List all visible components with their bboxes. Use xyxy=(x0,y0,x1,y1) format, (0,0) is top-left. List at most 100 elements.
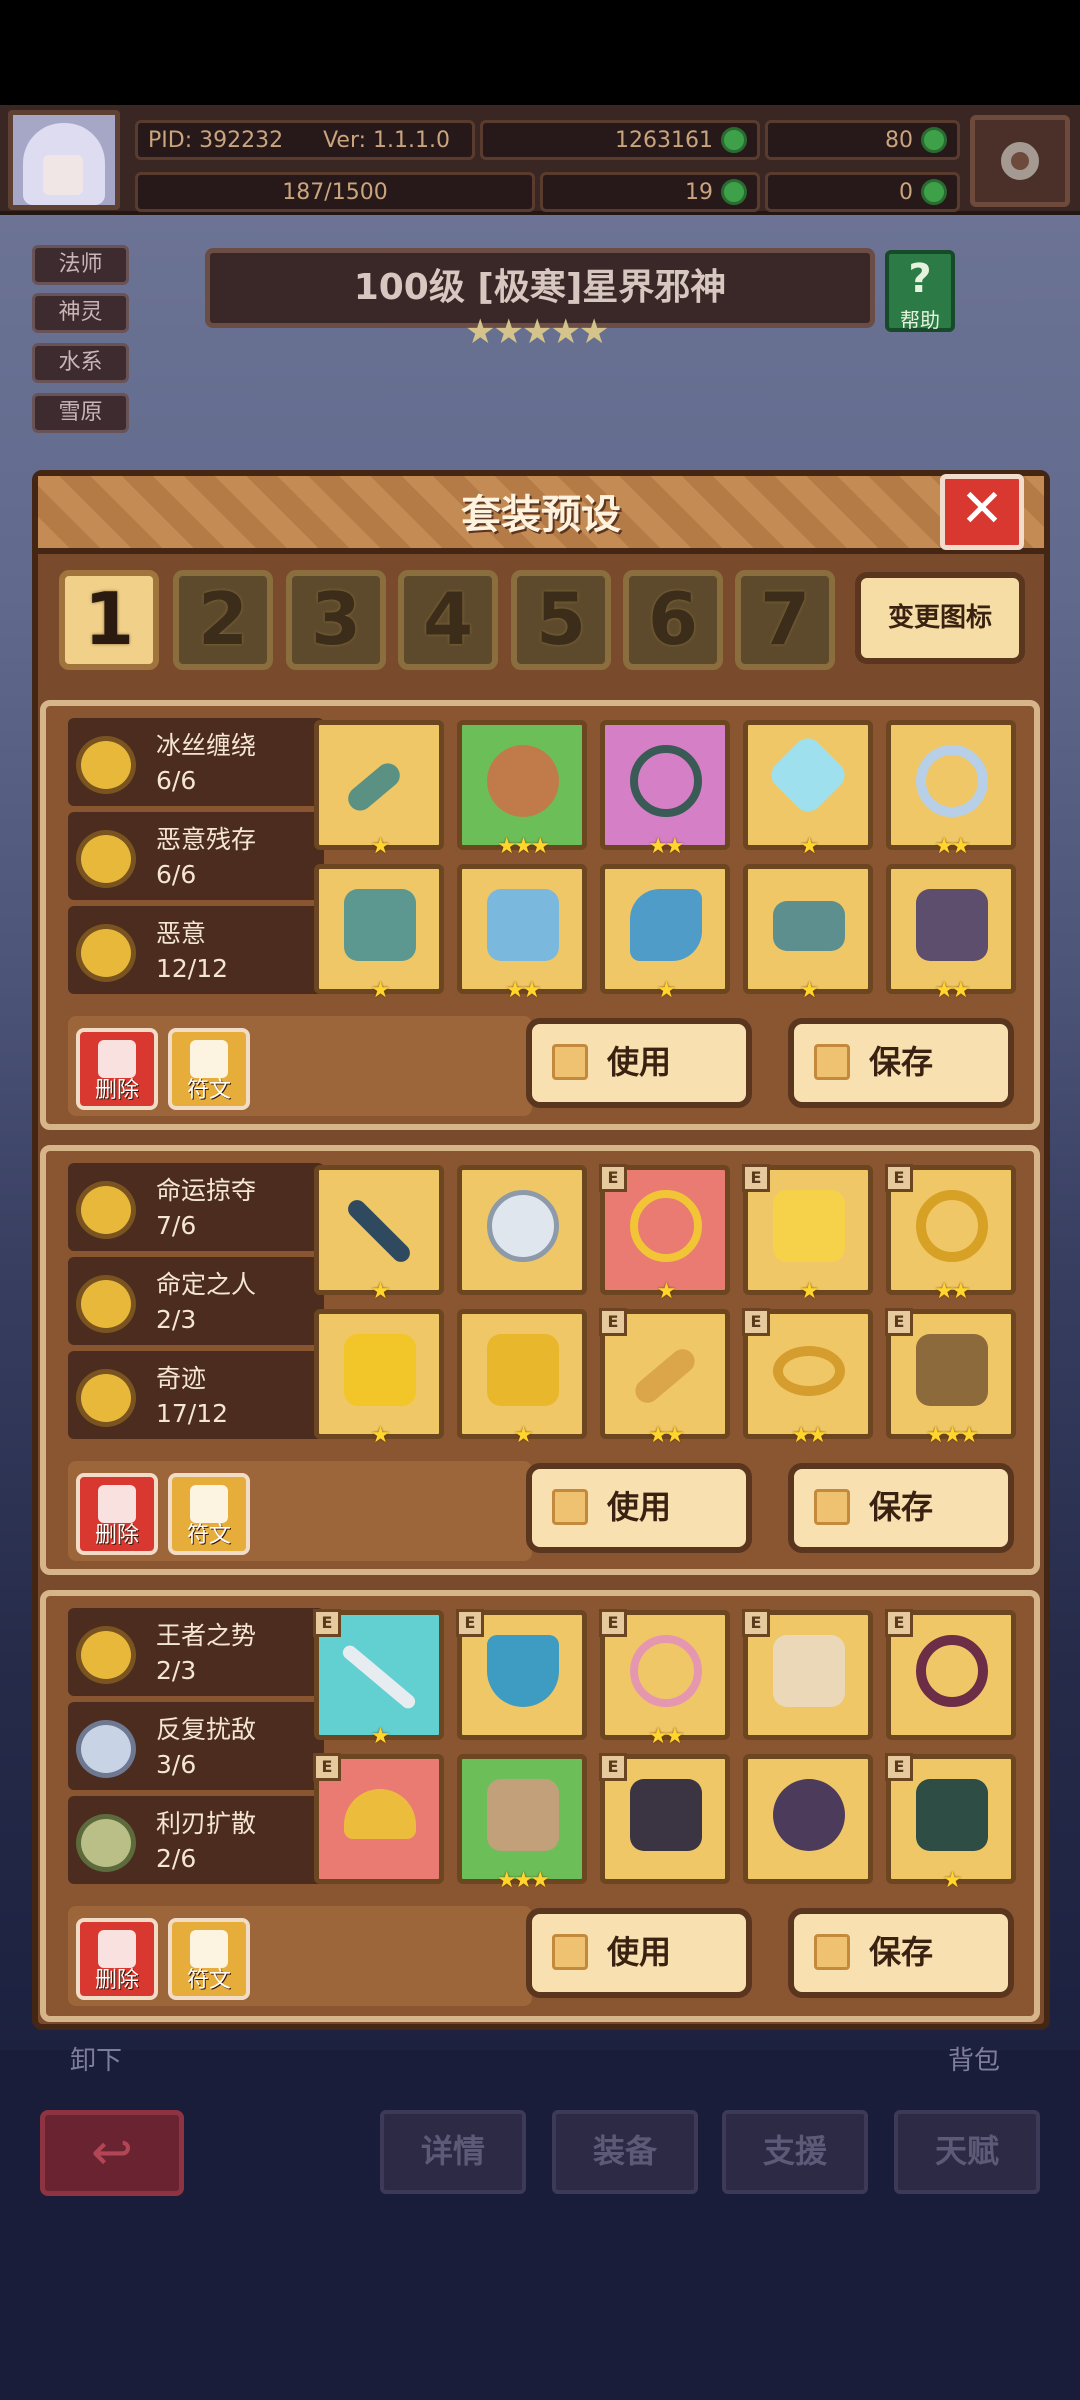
xp-value: 187/1500 xyxy=(282,179,388,205)
plus-icon[interactable] xyxy=(921,179,947,205)
set-bonus-count: 2/6 xyxy=(156,1844,197,1873)
equipped-badge: E xyxy=(313,1753,341,1781)
rune-button[interactable]: 符文 xyxy=(168,1918,250,2000)
set-bonus-icon xyxy=(76,1720,136,1778)
tab-preset-1[interactable]: 1 xyxy=(59,570,159,670)
equipped-badge: E xyxy=(599,1164,627,1192)
equipment-slot-boots[interactable]: E ★ xyxy=(885,1753,1016,1893)
equipment-slot-armor[interactable]: ★★ xyxy=(457,864,587,1003)
equipment-slot-ring[interactable]: E xyxy=(885,1609,1016,1740)
equipment-slot-weapon[interactable]: E ★ xyxy=(313,1609,444,1749)
close-button[interactable]: ✕ xyxy=(940,474,1024,550)
equipment-slot-ring[interactable]: ★★ xyxy=(886,720,1016,859)
delete-label: 删除 xyxy=(94,1078,139,1103)
equipment-slot-armor[interactable]: ★★★ xyxy=(457,1754,587,1893)
set-bonus-icon xyxy=(76,1181,136,1239)
clover-panel: 19 xyxy=(540,172,760,212)
tab-talent[interactable]: 天赋 xyxy=(894,2110,1040,2194)
set-bonus-count: 3/6 xyxy=(156,1750,197,1779)
equipment-slot-helm[interactable]: E xyxy=(313,1753,444,1884)
avatar[interactable] xyxy=(8,110,120,210)
tab-support[interactable]: 支援 xyxy=(722,2110,868,2194)
upload-icon xyxy=(814,1044,850,1080)
save-button[interactable]: 保存 xyxy=(788,1908,1014,1998)
save-button[interactable]: 保存 xyxy=(788,1463,1014,1553)
set-bonus-icon xyxy=(76,1275,136,1333)
equipped-badge: E xyxy=(742,1308,770,1336)
tab-details[interactable]: 详情 xyxy=(380,2110,526,2194)
use-label: 使用 xyxy=(606,1488,671,1526)
equipment-slot-weapon[interactable]: ★ xyxy=(314,720,444,859)
use-button[interactable]: 使用 xyxy=(526,1018,752,1108)
delete-button[interactable]: 删除 xyxy=(76,1028,158,1110)
equipment-slot-necklace[interactable]: E ★ xyxy=(599,1164,730,1304)
key-panel: 0 xyxy=(765,172,960,212)
unload-button[interactable]: 卸下 xyxy=(70,2040,122,2077)
set-bonus-count: 6/6 xyxy=(156,860,197,889)
equipment-slot-crystal[interactable]: E xyxy=(742,1609,873,1740)
equipment-slot-weapon[interactable]: ★ xyxy=(314,1165,444,1304)
version-label: Ver: 1.1.1.0 xyxy=(323,127,451,153)
equipment-slot-orb[interactable]: ★★★ xyxy=(457,720,587,859)
key-value: 0 xyxy=(899,179,913,205)
equipment-slot-armor[interactable]: ★ xyxy=(457,1309,587,1448)
use-button[interactable]: 使用 xyxy=(526,1908,752,1998)
plus-icon[interactable] xyxy=(721,127,747,153)
set-bonus-3: 恶意 12/12 xyxy=(68,906,324,994)
use-label: 使用 xyxy=(606,1933,671,1971)
equipment-slot-gloves[interactable]: ★ xyxy=(600,864,730,1003)
tab-equipment[interactable]: 装备 xyxy=(552,2110,698,2194)
equipment-slot-necklace[interactable]: ★★ xyxy=(600,720,730,859)
change-icon-button[interactable]: 变更图标 xyxy=(855,572,1025,664)
equipment-slot-crystal[interactable]: E ★ xyxy=(742,1164,873,1304)
delete-button[interactable]: 删除 xyxy=(76,1473,158,1555)
help-button[interactable]: ? 帮助 xyxy=(885,250,955,332)
equipment-slot-boots[interactable]: E ★★★ xyxy=(885,1308,1016,1448)
equipment-slot-belt[interactable]: E ★★ xyxy=(742,1308,873,1448)
plus-icon[interactable] xyxy=(721,179,747,205)
check-icon xyxy=(552,1044,588,1080)
tab-preset-5[interactable]: 5 xyxy=(511,570,611,670)
equipped-badge: E xyxy=(885,1753,913,1781)
gold-value: 1263161 xyxy=(615,127,713,153)
equipment-slot-boots[interactable]: ★★ xyxy=(886,864,1016,1003)
tab-preset-3[interactable]: 3 xyxy=(286,570,386,670)
tab-preset-7[interactable]: 7 xyxy=(735,570,835,670)
equipment-slot-belt[interactable] xyxy=(743,1754,873,1884)
use-button[interactable]: 使用 xyxy=(526,1463,752,1553)
tab-preset-4[interactable]: 4 xyxy=(398,570,498,670)
xp-bar: 187/1500 xyxy=(135,172,535,212)
equipment-slot-shield[interactable]: E xyxy=(456,1609,587,1740)
equipment-slot-crystal[interactable]: ★ xyxy=(743,720,873,859)
equipment-slot-gloves[interactable]: E ★★ xyxy=(599,1308,730,1448)
bag-button[interactable]: 背包 xyxy=(948,2040,1000,2077)
equipment-slot-belt[interactable]: ★ xyxy=(743,864,873,1003)
save-label: 保存 xyxy=(868,1043,933,1081)
tab-preset-2[interactable]: 2 xyxy=(173,570,273,670)
equipped-badge: E xyxy=(599,1753,627,1781)
rune-button[interactable]: 符文 xyxy=(168,1473,250,1555)
clover-value: 19 xyxy=(685,179,713,205)
rune-button[interactable]: 符文 xyxy=(168,1028,250,1110)
plus-icon[interactable] xyxy=(921,127,947,153)
equipment-slot-orb[interactable] xyxy=(457,1165,587,1295)
set-bonus-name: 反复扰敌 xyxy=(156,1715,257,1744)
set-bonus-1: 冰丝缠绕 6/6 xyxy=(68,718,324,806)
set-bonus-icon xyxy=(76,736,136,794)
gem-value: 80 xyxy=(885,127,913,153)
equipment-slot-ring[interactable]: E ★★ xyxy=(885,1164,1016,1304)
tab-preset-6[interactable]: 6 xyxy=(623,570,723,670)
back-arrow-icon[interactable]: ↩ xyxy=(40,2110,184,2196)
set-bonus-icon xyxy=(76,924,136,982)
settings-gear-icon[interactable] xyxy=(970,115,1070,207)
equipment-slot-gloves[interactable]: E xyxy=(599,1753,730,1884)
rune-label: 符文 xyxy=(186,1523,231,1548)
equipment-slot-necklace[interactable]: E ★★ xyxy=(599,1609,730,1749)
delete-button[interactable]: 删除 xyxy=(76,1918,158,2000)
set-bonus-2: 恶意残存 6/6 xyxy=(68,812,324,900)
equipment-slot-helm[interactable]: ★ xyxy=(314,864,444,1003)
set-bonus-name: 王者之势 xyxy=(156,1621,257,1650)
save-button[interactable]: 保存 xyxy=(788,1018,1014,1108)
set-bonus-name: 恶意残存 xyxy=(156,825,257,854)
equipment-slot-helm[interactable]: ★ xyxy=(314,1309,444,1448)
